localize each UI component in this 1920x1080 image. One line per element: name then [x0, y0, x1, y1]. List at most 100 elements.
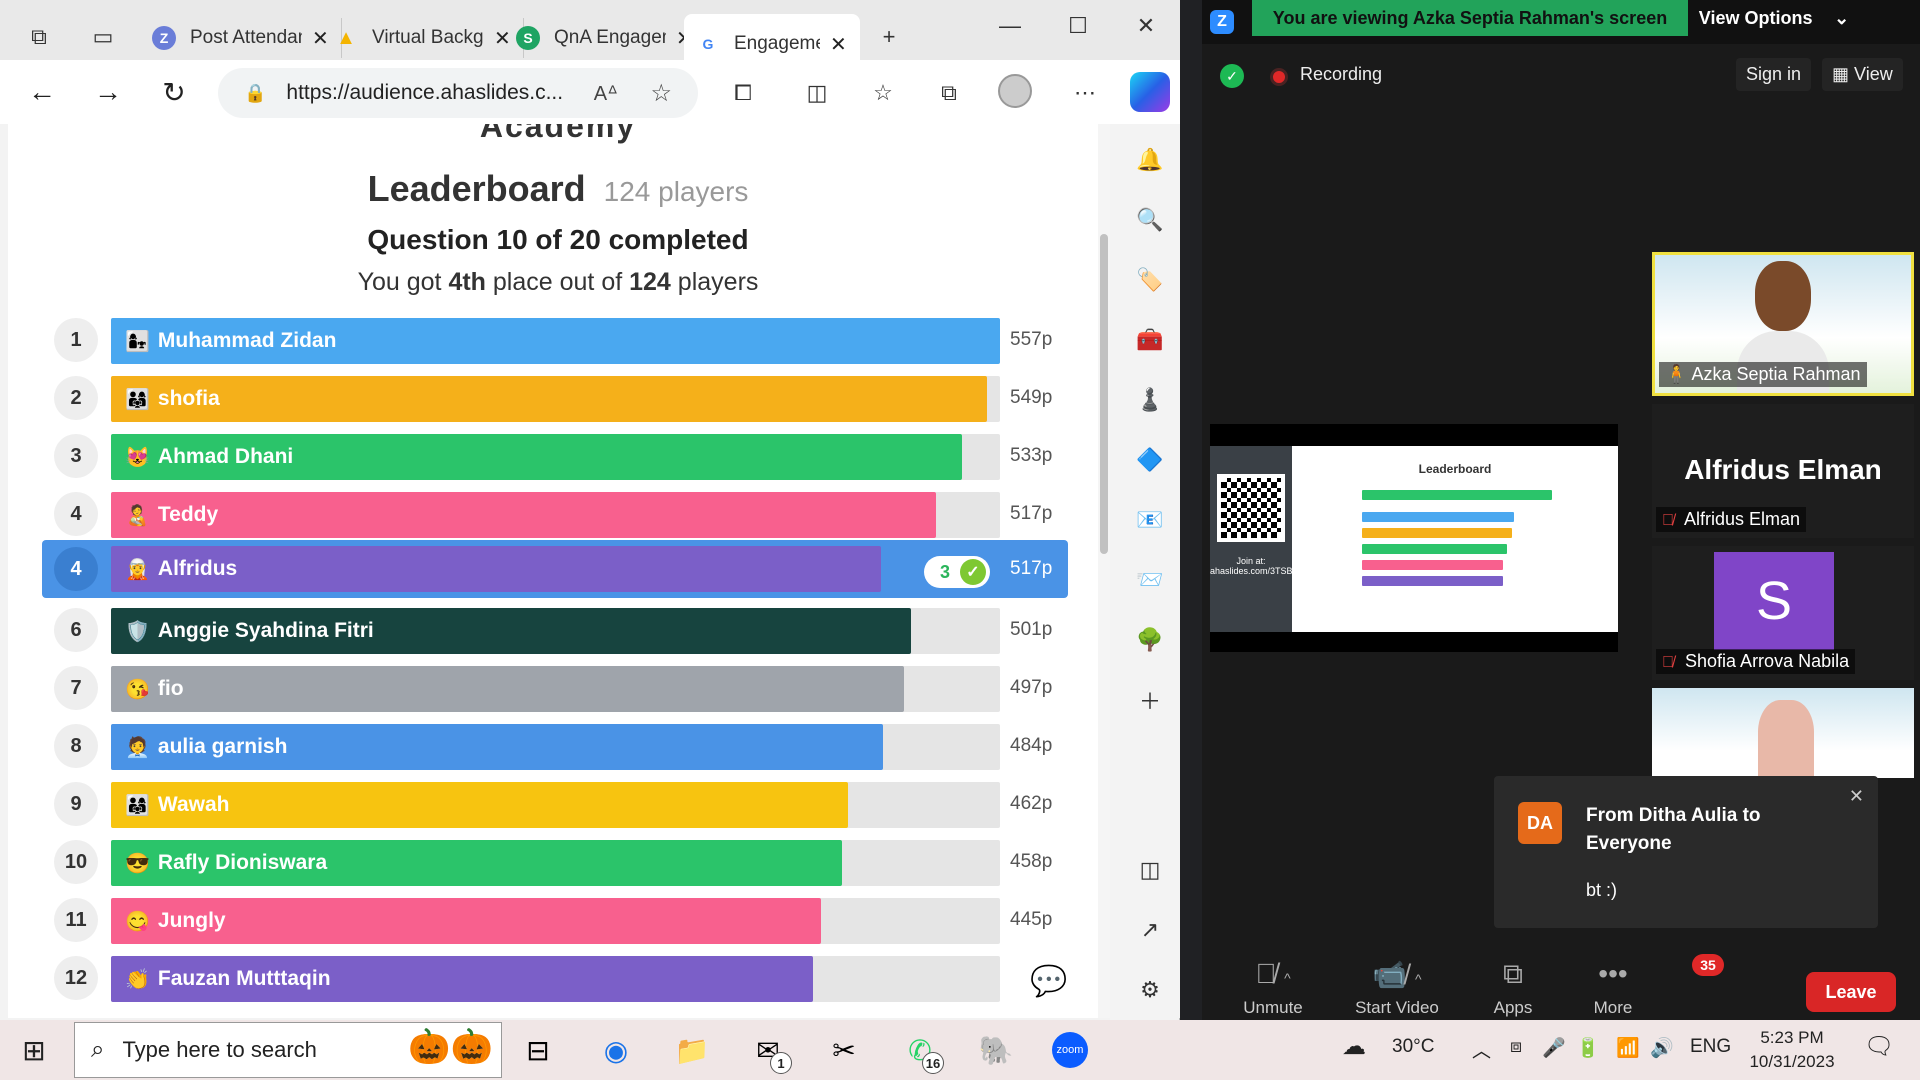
score-track: 🧑‍🍼 Teddy [111, 492, 1000, 538]
file-explorer-icon[interactable]: 📁 [670, 1028, 714, 1072]
settings-gear-icon[interactable]: ⚙ [1134, 974, 1166, 1006]
microphone-icon[interactable]: 🎤 [1542, 1036, 1566, 1060]
games-chess-icon[interactable]: ♟️ [1134, 384, 1166, 416]
sender-avatar: DA [1518, 802, 1562, 844]
split-screen-icon[interactable]: ◫ [800, 76, 834, 110]
score-bar [111, 492, 936, 538]
player-name-text: Jungly [157, 909, 226, 932]
notifications-icon[interactable]: 🗨 [1864, 1032, 1894, 1061]
meet-now-icon[interactable]: ⧈ [1510, 1036, 1522, 1058]
player-points: 549p [1010, 387, 1053, 408]
chat-notification[interactable]: DA From Ditha Aulia to Everyone bt :) ✕ [1494, 776, 1878, 928]
close-tab-icon[interactable]: ✕ [830, 32, 847, 57]
leaderboard-row: 8 🧑‍💼 aulia garnish 484p [8, 722, 1108, 770]
taskbar-search[interactable]: ⌕ Type here to search 🎃🎃 [74, 1022, 502, 1078]
zoom-taskbar-icon[interactable]: zoom [1048, 1028, 1092, 1072]
participant-tile-video[interactable] [1652, 688, 1914, 778]
mail-taskbar-icon[interactable]: ✉ 1 [746, 1028, 792, 1074]
shopping-tag-icon[interactable]: 🏷️ [1134, 264, 1166, 296]
start-video-button[interactable]: 📹̸ ^ Start Video [1342, 958, 1452, 1018]
scrollbar-thumb[interactable] [1100, 234, 1108, 554]
maximize-icon[interactable]: ☐ [1050, 12, 1106, 40]
participant-tile-shofia[interactable]: S 🎙̸ Shofia Arrova Nabila [1652, 546, 1914, 680]
new-tab-icon[interactable]: + [872, 20, 906, 54]
snipping-tool-icon[interactable]: ✂ [822, 1028, 866, 1072]
tree-icon[interactable]: 🌳 [1134, 624, 1166, 656]
more-button[interactable]: ••• More [1558, 958, 1668, 1018]
rank-badge: 12 [54, 956, 98, 1000]
favorites-icon[interactable]: ☆ [866, 76, 900, 110]
rank-badge: 10 [54, 840, 98, 884]
windows-start-icon[interactable]: ⊞ [18, 1034, 50, 1066]
sign-in-button[interactable]: Sign in [1736, 58, 1812, 91]
rank-badge: 6 [54, 608, 98, 652]
rank-badge: 9 [54, 782, 98, 826]
participant-tile-alfridus[interactable]: Alfridus Elman 🎙̸ Alfridus Elman [1652, 404, 1914, 538]
participant-tile-azka[interactable]: 🧍 Azka Septia Rahman [1652, 252, 1914, 396]
outlook-icon[interactable]: 📧 [1134, 504, 1166, 536]
close-window-icon[interactable]: ✕ [1118, 12, 1174, 40]
player-name: 👏 Fauzan Mutttaqin [125, 956, 331, 1002]
tab-post-attendance[interactable]: Z Post Attendance ✕ [140, 18, 342, 58]
profile-avatar[interactable] [998, 74, 1032, 108]
tab-qna-engagement[interactable]: S QnA Engagement ✕ [504, 18, 706, 58]
view-button[interactable]: ▦ View [1822, 58, 1903, 91]
player-avatar-icon: 😋 [125, 910, 150, 933]
bell-icon[interactable]: 🔔 [1134, 144, 1166, 176]
edge-taskbar-icon[interactable]: ◉ [594, 1028, 638, 1072]
close-icon[interactable]: ✕ [1849, 786, 1864, 807]
sidebar-toggle-icon[interactable]: ◫ [1134, 854, 1166, 886]
security-shield-icon[interactable]: ✓ [1220, 64, 1244, 88]
read-aloud-icon[interactable]: A͏ᐞ [594, 81, 618, 106]
copilot-icon[interactable] [1130, 72, 1170, 112]
language-indicator[interactable]: ENG [1690, 1036, 1731, 1058]
battery-icon[interactable]: 🔋 [1576, 1036, 1600, 1060]
address-bar[interactable]: 🔒 https://audience.ahaslides.c... A͏ᐞ ☆ [218, 68, 698, 118]
system-clock[interactable]: 5:23 PM 10/31/2023 [1744, 1026, 1840, 1074]
add-sidebar-app-icon[interactable]: ＋ [1134, 684, 1166, 716]
postgres-elephant-icon[interactable]: 🐘 [974, 1028, 1018, 1072]
player-name-text: Alfridus [157, 557, 238, 580]
more-menu-icon[interactable]: ⋯ [1068, 76, 1102, 110]
tray-chevron-up-icon[interactable]: ︿ [1472, 1036, 1491, 1063]
unmute-button[interactable]: 🎙̸ ^ Unmute [1218, 958, 1328, 1018]
workspaces-icon[interactable]: ⧉ [22, 20, 56, 54]
question-status: Question 10 of 20 completed [367, 224, 749, 255]
shared-leaderboard-title: Leaderboard [1418, 462, 1492, 476]
task-view-icon[interactable]: ⊟ [516, 1028, 560, 1072]
microsoft365-icon[interactable]: 🔷 [1134, 444, 1166, 476]
leaderboard-row: 3 😻 Ahmad Dhani 533p [8, 432, 1108, 480]
apps-button[interactable]: ⧉ Apps [1458, 958, 1568, 1018]
tab-virtual-background[interactable]: ▲ Virtual Background ✕ [322, 18, 524, 58]
view-options-button[interactable]: View Options ⌄ [1688, 0, 1860, 36]
favorite-star-icon[interactable]: ☆ [650, 79, 672, 108]
player-avatar-icon: 👩‍👧 [125, 330, 150, 353]
chat-bubble-icon[interactable]: 💬 [1030, 964, 1067, 999]
open-external-icon[interactable]: ↗ [1134, 914, 1166, 946]
leaderboard-row: 12 👏 Fauzan Mutttaqin [8, 954, 1108, 1002]
whatsapp-icon[interactable]: ✆ 16 [898, 1028, 944, 1074]
leave-button[interactable]: Leave [1806, 972, 1896, 1012]
collections-icon[interactable]: ⧉ [932, 76, 966, 110]
refresh-icon[interactable]: ↻ [154, 72, 194, 112]
wifi-icon[interactable]: 📶 [1616, 1036, 1640, 1060]
forward-icon[interactable]: → [88, 72, 128, 112]
browser-toolbar: ← → ↻ 🔒 https://audience.ahaslides.c... … [0, 60, 1180, 124]
mini-bar [1362, 512, 1514, 522]
send-drop-icon[interactable]: 📨 [1134, 564, 1166, 596]
back-icon[interactable]: ← [22, 72, 62, 112]
search-icon: ⌕ [91, 1036, 105, 1063]
lock-icon[interactable]: 🔒 [244, 83, 266, 104]
minimize-icon[interactable]: — [982, 12, 1038, 40]
tab-actions-icon[interactable]: ▭ [86, 20, 120, 54]
volume-icon[interactable]: 🔊 [1650, 1036, 1674, 1060]
extensions-icon[interactable]: ⧠ [726, 76, 760, 110]
page-scrollbar[interactable] [1098, 124, 1110, 1018]
player-name-text: fio [157, 677, 184, 700]
shared-leaderboard: Leaderboard [1292, 446, 1618, 632]
weather-temp[interactable]: 30°C [1392, 1036, 1434, 1058]
player-name-text: Wawah [157, 793, 230, 816]
toolbox-icon[interactable]: 🧰 [1134, 324, 1166, 356]
search-icon[interactable]: 🔍 [1134, 204, 1166, 236]
weather-cloud-icon[interactable]: ☁ [1342, 1032, 1366, 1061]
